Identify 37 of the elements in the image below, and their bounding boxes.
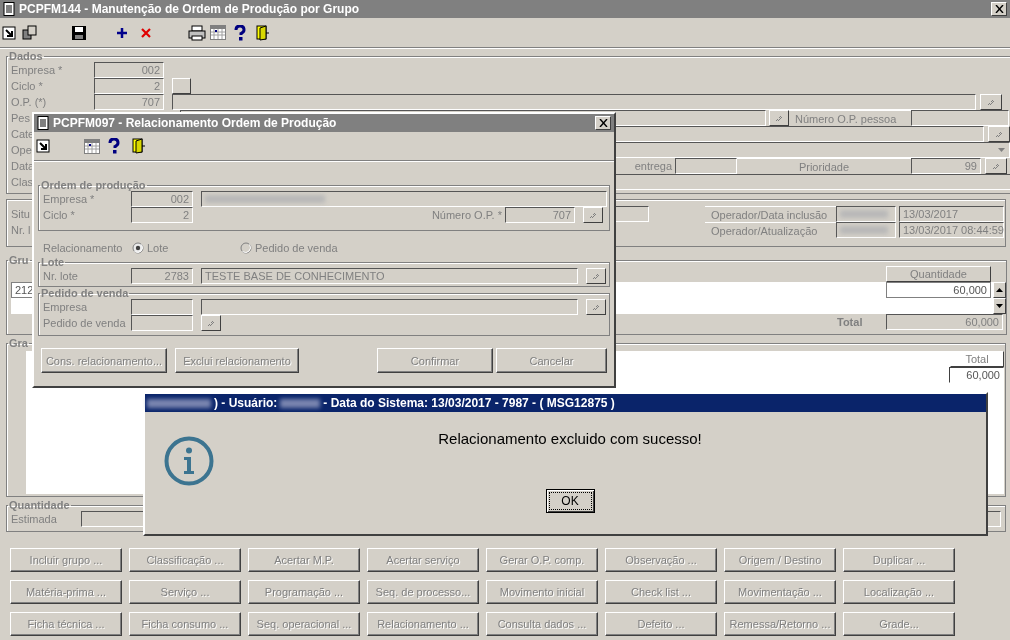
field-label: Relacionamento	[42, 242, 123, 254]
group-legend: Gra	[8, 338, 29, 349]
field-label: Ciclo *	[10, 80, 43, 92]
message-text: Relacionamento excluido com sucesso!	[438, 430, 702, 447]
field-label: Ope	[10, 144, 32, 156]
field-label: Prioridade	[737, 158, 911, 174]
field-label: Número O.P. pessoa	[789, 110, 911, 126]
field-label: O.P. (*)	[10, 96, 47, 108]
group-legend: Ordem de produção	[40, 180, 147, 191]
table-cell: 60,000	[886, 282, 991, 298]
field-label: Operador/Atualização	[705, 222, 836, 238]
field-label: Empresa *	[42, 193, 95, 205]
dialog-title: - Data do Sistema: 13/03/2017 - 7987 - ( MSG12875 )	[323, 396, 615, 410]
dialog-title: PCPFM097 - Relacionamento Ordem de Produção	[53, 116, 337, 130]
field-label: Número O.P. *	[430, 208, 503, 223]
field-label: Pes	[10, 112, 30, 124]
field-label: Nr. l	[10, 224, 31, 236]
column-header: Quantidade	[886, 266, 991, 282]
field-label: Pedido de venda	[42, 317, 126, 329]
group-legend: Gru	[8, 255, 30, 266]
field-label: Empresa	[42, 301, 88, 313]
field-label: Operador/Data inclusão	[705, 206, 836, 222]
group-legend: Quantidade	[8, 500, 71, 511]
field-label: Empresa *	[10, 64, 63, 76]
field-label: Situ	[10, 208, 30, 220]
field-label: Nr. lote	[42, 270, 78, 282]
window-title: PCPFM144 - Manutenção de Ordem de Produção por Grupo	[19, 2, 360, 16]
group-legend: Lote	[40, 257, 66, 268]
field-label: entrega	[633, 159, 673, 174]
total-label: Total	[836, 315, 864, 330]
column-header: Total	[950, 351, 1004, 367]
dialog-title: ) - Usuário:	[214, 396, 278, 410]
group-legend: Dados	[8, 51, 44, 62]
field-label: Clas	[10, 176, 33, 188]
field-label: Estimada	[10, 513, 57, 525]
field-label: Ciclo *	[42, 209, 75, 221]
group-legend: Pedido de venda	[40, 288, 130, 299]
